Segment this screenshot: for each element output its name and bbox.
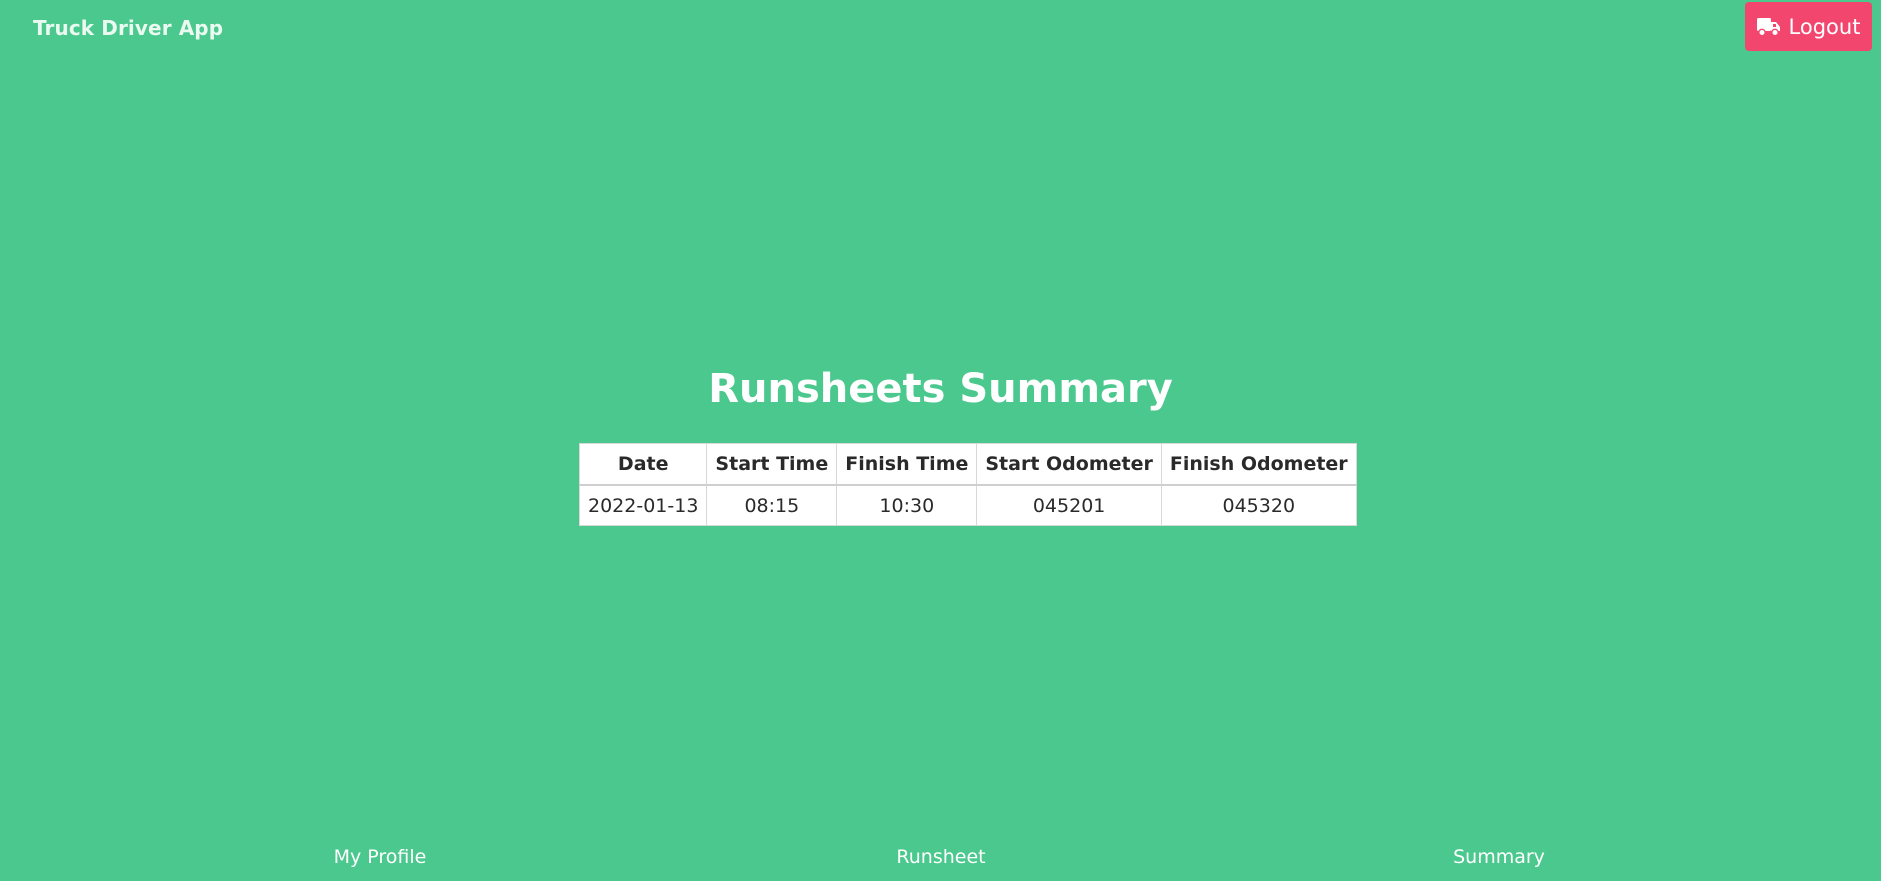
- cell-date: 2022-01-13: [578, 484, 708, 526]
- logout-button[interactable]: Logout: [1745, 2, 1872, 51]
- page-title: Runsheets Summary: [708, 366, 1173, 412]
- column-header-finish-time: Finish Time: [836, 443, 978, 486]
- logout-label: Logout: [1788, 14, 1861, 39]
- app-brand[interactable]: Truck Driver App: [33, 16, 223, 40]
- truck-icon: [1756, 17, 1781, 37]
- bottom-nav: My Profile Runsheet Summary: [0, 846, 1881, 876]
- cell-finish-odometer: 045320: [1160, 484, 1357, 526]
- table-row: 2022-01-13 08:15 10:30 045201 045320: [578, 484, 1357, 526]
- nav-item-summary[interactable]: Summary: [1453, 846, 1545, 868]
- column-header-date: Date: [578, 443, 708, 486]
- table-header-row: Date Start Time Finish Time Start Odomet…: [578, 443, 1357, 486]
- nav-item-my-profile[interactable]: My Profile: [334, 846, 427, 868]
- column-header-start-time: Start Time: [706, 443, 838, 486]
- column-header-start-odometer: Start Odometer: [976, 443, 1162, 486]
- runsheets-summary-table: Date Start Time Finish Time Start Odomet…: [578, 443, 1357, 526]
- cell-finish-time: 10:30: [836, 484, 978, 526]
- cell-start-time: 08:15: [706, 484, 838, 526]
- top-bar: Truck Driver App Logout: [0, 0, 1881, 56]
- nav-item-runsheet[interactable]: Runsheet: [896, 846, 985, 868]
- cell-start-odometer: 045201: [976, 484, 1162, 526]
- column-header-finish-odometer: Finish Odometer: [1160, 443, 1357, 486]
